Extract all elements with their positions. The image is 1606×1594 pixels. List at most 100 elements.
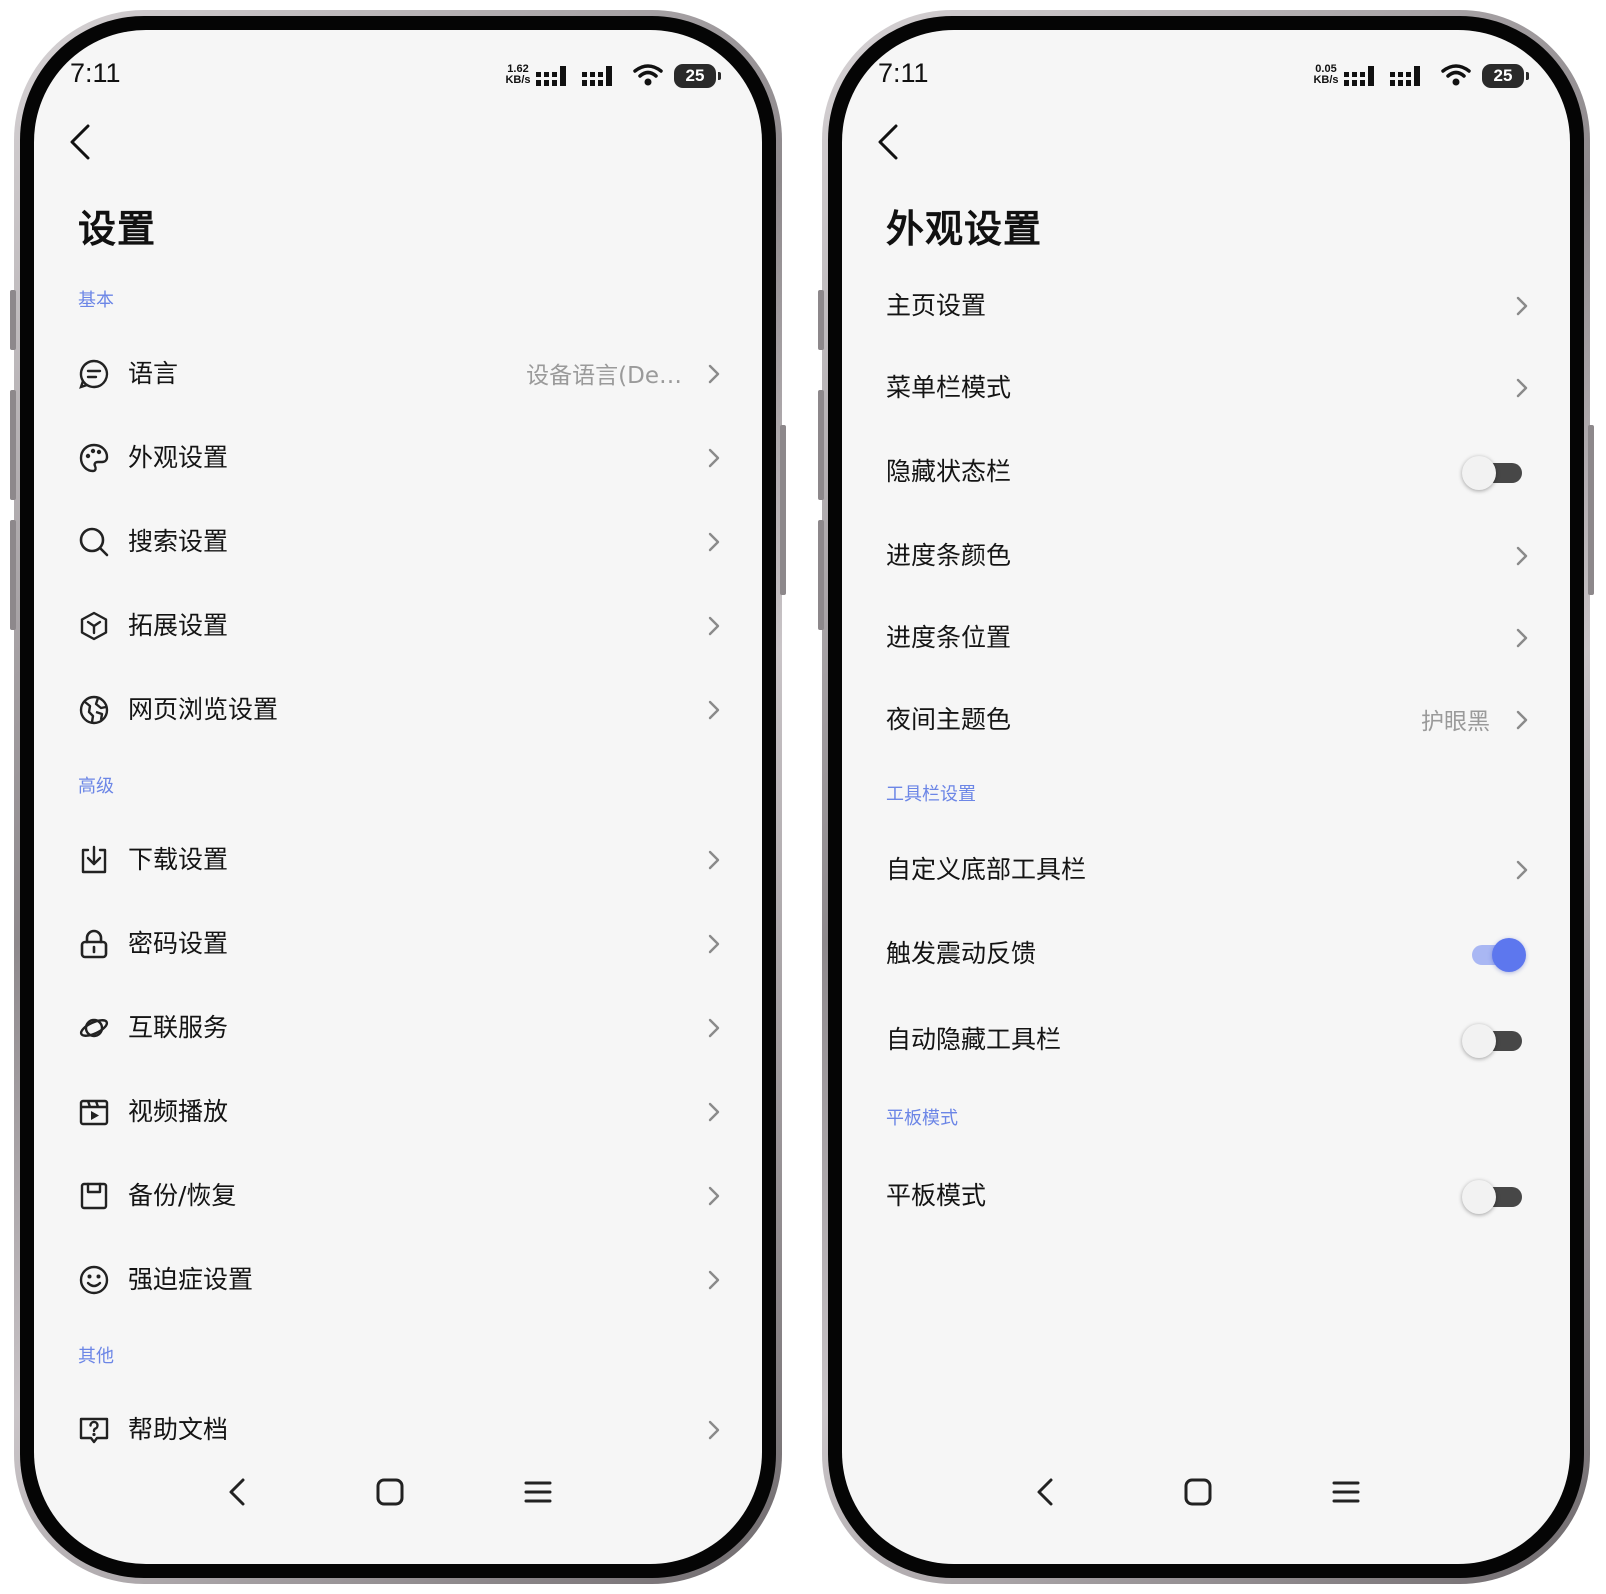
row-label: 强迫症设置 bbox=[128, 1265, 254, 1294]
nav-back-icon[interactable] bbox=[222, 1474, 252, 1510]
nav-home-icon[interactable] bbox=[372, 1474, 408, 1510]
page-title: 外观设置 bbox=[886, 207, 1043, 251]
battery-indicator: 25 bbox=[1482, 64, 1529, 88]
row-label: 进度条颜色 bbox=[886, 541, 1012, 570]
row-label: 主页设置 bbox=[886, 291, 987, 320]
back-arrow-icon[interactable] bbox=[870, 122, 906, 162]
settings-row-connected-services[interactable]: 互联服务 bbox=[34, 992, 762, 1062]
toggle-knob bbox=[1462, 456, 1496, 490]
battery-indicator: 25 bbox=[674, 64, 721, 88]
chevron-right-icon bbox=[708, 1420, 720, 1440]
chevron-right-icon bbox=[708, 1186, 720, 1206]
chevron-right-icon bbox=[1516, 296, 1528, 316]
settings-row-progress-color[interactable]: 进度条颜色 bbox=[842, 520, 1570, 590]
row-label: 菜单栏模式 bbox=[886, 373, 1012, 402]
row-label: 进度条位置 bbox=[886, 623, 1012, 652]
side-button bbox=[10, 290, 16, 350]
settings-row-search[interactable]: 搜索设置 bbox=[34, 506, 762, 576]
row-label: 下载设置 bbox=[128, 845, 229, 874]
settings-row-menu-bar-mode[interactable]: 菜单栏模式 bbox=[842, 352, 1570, 422]
planet-icon bbox=[79, 1018, 109, 1038]
chevron-right-icon bbox=[708, 934, 720, 954]
nav-menu-icon[interactable] bbox=[520, 1474, 556, 1510]
settings-row-language[interactable]: 语言 设备语言(De… bbox=[34, 338, 762, 408]
help-doc-icon bbox=[79, 1417, 109, 1444]
signal-icon bbox=[582, 66, 612, 86]
nav-home-icon[interactable] bbox=[1180, 1474, 1216, 1510]
settings-row-night-theme[interactable]: 夜间主题色 护眼黑 bbox=[842, 684, 1570, 754]
video-play-icon bbox=[79, 1099, 109, 1126]
row-label: 自定义底部工具栏 bbox=[886, 855, 1087, 884]
chevron-right-icon bbox=[1516, 710, 1528, 730]
row-label: 拓展设置 bbox=[128, 611, 229, 640]
system-nav-bar bbox=[842, 1462, 1570, 1522]
status-bar: 7:11 1.62 KB/s 25 bbox=[34, 30, 762, 100]
settings-row-home-page[interactable]: 主页设置 bbox=[842, 270, 1570, 340]
toggle-knob bbox=[1492, 938, 1526, 972]
power-button bbox=[780, 425, 786, 595]
wifi-icon bbox=[633, 64, 663, 86]
section-label-tablet: 平板模式 bbox=[886, 1108, 958, 1129]
wifi-icon bbox=[1441, 64, 1471, 86]
globe-browse-icon bbox=[79, 695, 109, 725]
download-icon bbox=[81, 845, 107, 874]
row-label: 外观设置 bbox=[128, 443, 229, 472]
row-label: 帮助文档 bbox=[128, 1415, 229, 1444]
search-icon bbox=[79, 527, 109, 557]
signal-icon bbox=[536, 66, 566, 86]
settings-row-haptic-feedback[interactable]: 触发震动反馈 bbox=[842, 918, 1570, 988]
smiley-icon bbox=[79, 1265, 109, 1295]
extension-cube-icon bbox=[80, 611, 108, 641]
palette-icon bbox=[79, 443, 109, 473]
settings-row-video-playback[interactable]: 视频播放 bbox=[34, 1076, 762, 1146]
settings-row-web-browsing[interactable]: 网页浏览设置 bbox=[34, 674, 762, 744]
side-button bbox=[10, 520, 16, 630]
chevron-right-icon bbox=[708, 1102, 720, 1122]
status-bar: 7:11 0.05 KB/s 25 bbox=[842, 30, 1570, 100]
row-label: 平板模式 bbox=[886, 1181, 987, 1210]
signal-icon bbox=[1390, 66, 1420, 86]
settings-row-tablet-mode[interactable]: 平板模式 bbox=[842, 1160, 1570, 1230]
tablet-mode-toggle[interactable] bbox=[1462, 1180, 1524, 1214]
signal-icon bbox=[1344, 66, 1374, 86]
settings-row-extensions[interactable]: 拓展设置 bbox=[34, 590, 762, 660]
row-label: 夜间主题色 bbox=[886, 705, 1012, 734]
save-disk-icon bbox=[80, 1182, 108, 1210]
side-button bbox=[818, 390, 824, 500]
language-icon bbox=[79, 359, 109, 389]
settings-row-ocd[interactable]: 强迫症设置 bbox=[34, 1244, 762, 1314]
section-label-advanced: 高级 bbox=[78, 776, 114, 797]
settings-screen: 7:11 1.62 KB/s 25 设置 基本 语言 设备语言(De… 外观设置 … bbox=[34, 30, 762, 1564]
section-label-toolbar: 工具栏设置 bbox=[886, 784, 976, 805]
settings-row-download[interactable]: 下载设置 bbox=[34, 824, 762, 894]
row-value: 护眼黑 bbox=[1421, 709, 1490, 735]
settings-row-custom-bottom-toolbar[interactable]: 自定义底部工具栏 bbox=[842, 834, 1570, 904]
haptic-feedback-toggle[interactable] bbox=[1462, 938, 1526, 972]
row-label: 语言 bbox=[128, 359, 179, 388]
lock-icon bbox=[80, 929, 108, 959]
side-button bbox=[818, 520, 824, 630]
nav-back-icon[interactable] bbox=[1030, 1474, 1060, 1510]
row-label: 自动隐藏工具栏 bbox=[886, 1025, 1062, 1054]
settings-row-auto-hide-toolbar[interactable]: 自动隐藏工具栏 bbox=[842, 1004, 1570, 1074]
row-label: 网页浏览设置 bbox=[128, 695, 279, 724]
settings-row-backup-restore[interactable]: 备份/恢复 bbox=[34, 1160, 762, 1230]
side-button bbox=[10, 390, 16, 500]
hide-status-bar-toggle[interactable] bbox=[1462, 456, 1524, 490]
appearance-settings-screen: 7:11 0.05 KB/s 25 外观设置 主页设置 菜单栏模式 隐藏状态栏 进… bbox=[842, 30, 1570, 1564]
chevron-right-icon bbox=[708, 1018, 720, 1038]
settings-row-appearance[interactable]: 外观设置 bbox=[34, 422, 762, 492]
settings-row-progress-position[interactable]: 进度条位置 bbox=[842, 602, 1570, 672]
row-value: 设备语言(De… bbox=[526, 363, 682, 389]
page-title: 设置 bbox=[78, 207, 157, 251]
auto-hide-toolbar-toggle[interactable] bbox=[1462, 1024, 1524, 1058]
chevron-right-icon bbox=[708, 448, 720, 468]
settings-row-password[interactable]: 密码设置 bbox=[34, 908, 762, 978]
back-arrow-icon[interactable] bbox=[62, 122, 98, 162]
settings-row-hide-status-bar[interactable]: 隐藏状态栏 bbox=[842, 436, 1570, 506]
settings-row-help-docs[interactable]: 帮助文档 bbox=[34, 1394, 762, 1464]
row-label: 备份/恢复 bbox=[128, 1181, 237, 1210]
toggle-knob bbox=[1462, 1024, 1496, 1058]
nav-menu-icon[interactable] bbox=[1328, 1474, 1364, 1510]
chevron-right-icon bbox=[1516, 546, 1528, 566]
